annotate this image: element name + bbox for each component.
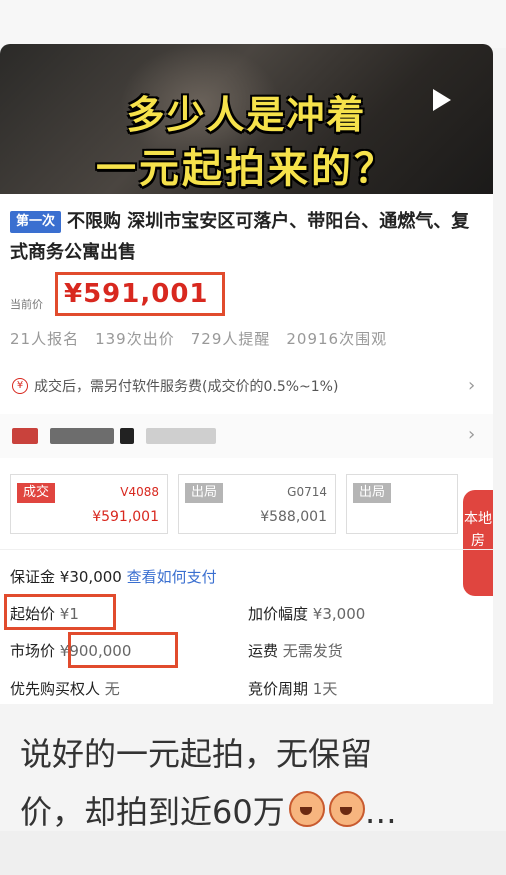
start-price-row: 起始价 ¥1	[10, 603, 79, 624]
priority-row: 优先购买权人 无	[10, 678, 120, 699]
increment-value: ¥3,000	[312, 605, 366, 623]
stat-reminders: 729人提醒	[190, 330, 271, 348]
how-to-pay-link[interactable]: 查看如何支付	[127, 568, 217, 586]
commentary-line1: 说好的一元起拍，无保留	[20, 735, 373, 773]
increment-row: 加价幅度 ¥3,000	[248, 603, 365, 624]
video-caption-line1: 多少人是冲着	[126, 93, 367, 137]
bidder-code: V4088	[120, 485, 159, 499]
local-housing-tab[interactable]: 本地房	[463, 490, 493, 596]
seller-avatar	[12, 428, 216, 444]
video-player[interactable]: 多少人是冲着 一元起拍来的？	[0, 44, 493, 194]
bid-records: 成交 V4088 ¥591,001 出局 G0714 ¥588,001 出局	[0, 474, 493, 540]
listing-title: 第一次 不限购 深圳市宝安区可落户、带阳台、通燃气、复式商务公寓出售	[10, 206, 480, 268]
seller-row[interactable]: ›	[0, 414, 493, 458]
play-icon[interactable]	[433, 89, 451, 111]
cycle-value: 1天	[312, 680, 338, 698]
top-strip	[0, 0, 506, 48]
market-price-label: 市场价	[10, 642, 56, 660]
start-price-value: ¥1	[59, 605, 79, 623]
divider	[0, 549, 493, 550]
market-price-row: 市场价 ¥900,000	[10, 640, 131, 661]
stat-views: 20916次围观	[286, 330, 388, 348]
bid-status-tag: 出局	[353, 483, 392, 503]
deposit-label: 保证金	[10, 568, 56, 586]
commentary-ellipsis: …	[364, 793, 397, 831]
auction-stats: 21人报名 139次出价 729人提醒 20916次围观	[10, 328, 403, 349]
bid-price: ¥588,001	[260, 509, 327, 525]
cycle-row: 竞价周期 1天	[248, 678, 337, 699]
priority-label: 优先购买权人	[10, 680, 101, 698]
cycle-label: 竞价周期	[248, 680, 309, 698]
price-label: 当前价	[10, 298, 43, 311]
crying-emoji-icon	[288, 791, 325, 827]
priority-value: 无	[104, 680, 120, 698]
market-price-value: ¥900,000	[59, 642, 132, 660]
bid-status-tag: 成交	[17, 483, 56, 503]
commentary-text: 说好的一元起拍，无保留 价，却拍到近60万 …	[20, 725, 490, 841]
chevron-right-icon: ›	[468, 424, 476, 445]
listing-title-text: 不限购 深圳市宝安区可落户、带阳台、通燃气、复式商务公寓出售	[10, 211, 470, 263]
bid-record-card[interactable]: 成交 V4088 ¥591,001	[10, 474, 168, 534]
commentary-line2-text: 价，却拍到近60万	[20, 793, 285, 831]
fee-notice-row[interactable]: ¥ 成交后，需另付软件服务费(成交价的0.5%~1%) ›	[0, 366, 493, 408]
shipping-row: 运费 无需发货	[248, 640, 343, 661]
start-price-label: 起始价	[10, 605, 56, 623]
stat-bids: 139次出价	[95, 330, 175, 348]
stat-signups: 21人报名	[10, 330, 80, 348]
fee-notice-text: 成交后，需另付软件服务费(成交价的0.5%~1%)	[34, 379, 339, 395]
bidder-code: G0714	[287, 485, 327, 499]
deposit-value: ¥30,000	[59, 568, 122, 586]
bid-status-tag: 出局	[185, 483, 224, 503]
bid-record-card[interactable]: 出局 G0714 ¥588,001	[178, 474, 336, 534]
crying-emoji-icon	[328, 791, 365, 827]
yen-circle-icon: ¥	[12, 378, 28, 394]
deposit-row: 保证金 ¥30,000 查看如何支付	[10, 566, 217, 587]
current-price: ¥591,001	[64, 279, 209, 309]
auction-card: 多少人是冲着 一元起拍来的？ 第一次 不限购 深圳市宝安区可落户、带阳台、通燃气、…	[0, 44, 493, 704]
video-caption-line2: 一元起拍来的？	[96, 146, 397, 192]
shipping-label: 运费	[248, 642, 279, 660]
chevron-right-icon: ›	[468, 375, 476, 396]
round-badge: 第一次	[10, 211, 62, 233]
bottom-bar	[0, 831, 506, 875]
bid-price: ¥591,001	[92, 509, 159, 525]
bid-record-card[interactable]: 出局	[346, 474, 458, 534]
increment-label: 加价幅度	[248, 605, 309, 623]
shipping-value: 无需发货	[282, 642, 343, 660]
